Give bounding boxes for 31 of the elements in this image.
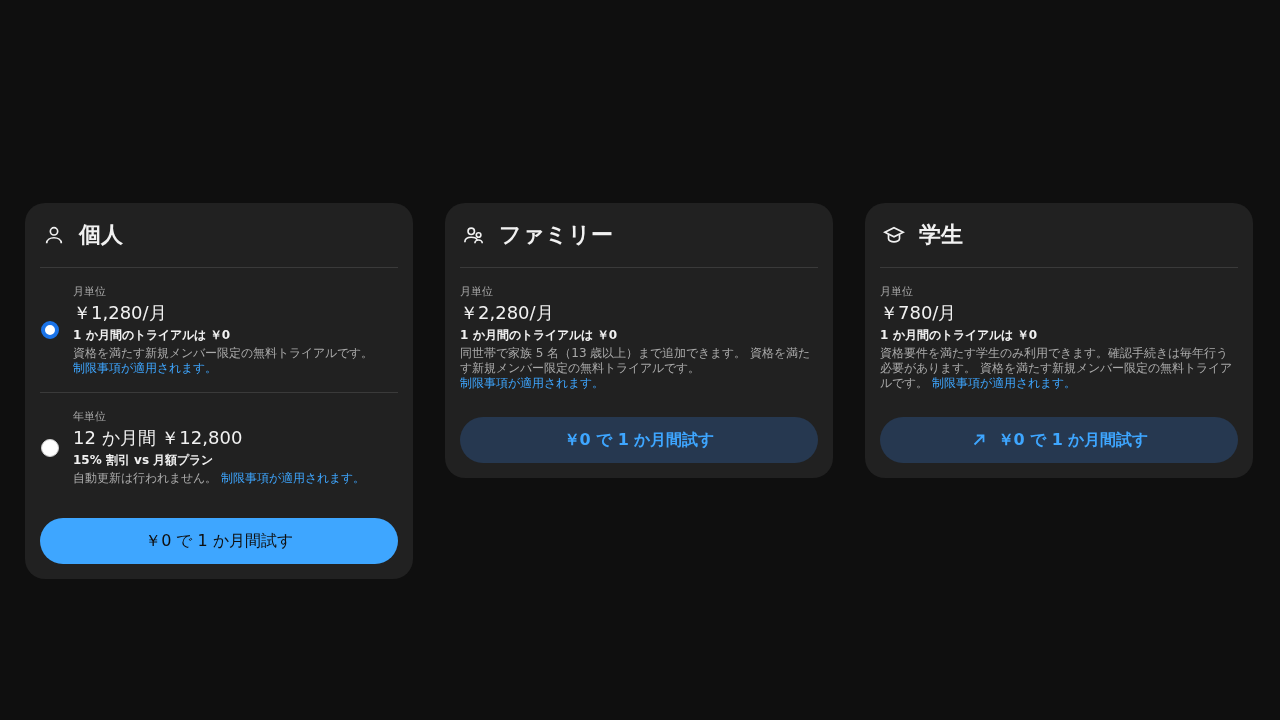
people-icon (463, 224, 485, 246)
terms-link[interactable]: 制限事項が適用されます。 (931, 376, 1076, 390)
terms-link[interactable]: 制限事項が適用されます。 (460, 376, 604, 390)
trial-note: 1 か月間のトライアルは ￥0 (73, 327, 232, 344)
price: ￥780/月 (880, 301, 958, 325)
terms-link[interactable]: 制限事項が適用されます。 (220, 471, 365, 485)
plan-description: 資格要件を満たす学生のみ利用できます。確認手続きは毎年行う必要があります。 資格を満たす新規メンバー限定の無料トライアルです。 制限事項が適用されます。 (880, 346, 1233, 391)
price: 12 か月間 ￥12,800 (73, 426, 244, 450)
trial-note: 15% 割引 vs 月額プラン (73, 452, 215, 469)
plan-description: 同世帯で家族 5 名（13 歳以上）まで追加できます。 資格を満たす新規メンバー限定の無料トライアルです。 制限事項が適用されます。 (460, 346, 812, 391)
trial-note: 1 か月間のトライアルは ￥0 (460, 327, 619, 344)
trial-note: 1 か月間のトライアルは ￥0 (880, 327, 1039, 344)
price: ￥1,280/月 (73, 301, 168, 325)
person-icon (43, 224, 65, 246)
billing-period: 月単位 (460, 284, 494, 299)
plan-title: 学生 (919, 221, 963, 249)
trial-button[interactable]: ￥0 で 1 か月間試す (460, 417, 818, 463)
graduation-cap-icon (883, 224, 905, 246)
billing-period: 月単位 (73, 284, 107, 299)
radio-button[interactable] (41, 321, 59, 339)
trial-button[interactable]: ￥0 で 1 か月間試す (40, 518, 398, 564)
price: ￥2,280/月 (460, 301, 555, 325)
plan-description: 資格を満たす新規メンバー限定の無料トライアルです。 制限事項が適用されます。 (73, 346, 374, 376)
trial-button[interactable]: ￥0 で 1 か月間試す (880, 417, 1238, 463)
billing-period: 年単位 (73, 409, 107, 424)
terms-link[interactable]: 制限事項が適用されます。 (73, 361, 217, 375)
plan-description: 自動更新は行われません。 制限事項が適用されます。 (73, 471, 365, 486)
radio-button[interactable] (41, 438, 59, 457)
billing-period: 月単位 (880, 284, 914, 299)
plan-title: ファミリー (499, 221, 613, 249)
plan-title: 個人 (79, 221, 123, 249)
